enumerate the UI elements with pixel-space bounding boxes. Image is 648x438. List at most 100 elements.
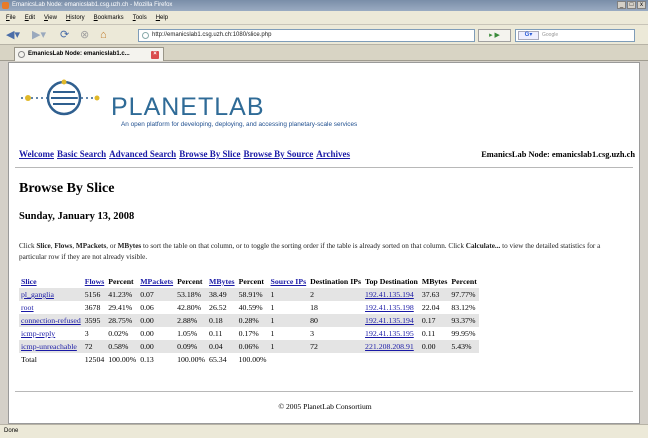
destination-link[interactable]: 192.41.135.194 — [363, 314, 420, 327]
home-icon[interactable]: ⌂ — [100, 28, 107, 42]
menu-bar: File Edit View History Bookmarks Tools H… — [0, 11, 648, 25]
table-cell: 3 — [308, 327, 364, 340]
forward-arrow-icon[interactable]: ▶▾ — [32, 28, 46, 42]
table-cell: 0.28% — [236, 314, 269, 327]
table-cell: 0.11 — [207, 327, 237, 340]
total-cell: 65.34 — [207, 353, 237, 366]
sort-mpackets-header[interactable]: MPackets — [138, 275, 175, 288]
table-cell: 0.09% — [175, 340, 208, 353]
header-divider — [15, 167, 633, 168]
table-cell: 0.00 — [138, 327, 176, 340]
slice-link[interactable]: icmp-unreachable — [19, 340, 83, 353]
table-cell: 1.05% — [175, 327, 208, 340]
destination-link[interactable]: 192.41.135.194 — [363, 288, 420, 301]
total-label: Total — [19, 353, 83, 366]
table-cell: 72 — [308, 340, 364, 353]
instructions-calculate: Calculate... — [465, 242, 501, 250]
nav-browse-by-source[interactable]: Browse By Source — [244, 149, 314, 159]
maximize-button[interactable]: □ — [627, 1, 636, 9]
nav-advanced-search[interactable]: Advanced Search — [109, 149, 176, 159]
slice-link[interactable]: pl_ganglia — [19, 288, 83, 301]
url-bar[interactable]: http://emanicslab1.csg.uzh.ch:1080/slice… — [138, 29, 475, 42]
dest-percent-header: Percent — [451, 277, 477, 286]
reload-icon[interactable]: ⟳ — [60, 28, 69, 42]
search-input[interactable]: G▾ Google — [515, 29, 635, 42]
top-destination-header: Top Destination — [365, 277, 418, 286]
table-cell: 26.52 — [207, 301, 237, 314]
nav-browse-by-slice[interactable]: Browse By Slice — [179, 149, 240, 159]
search-placeholder: Google — [542, 32, 559, 38]
instructions-text: , or — [106, 242, 118, 250]
slice-link[interactable]: root — [19, 301, 83, 314]
table-cell: 2.88% — [175, 314, 208, 327]
menu-file[interactable]: File — [6, 11, 16, 24]
table-row: connection-refused 3595 28.75% 0.00 2.88% 0.1… — [19, 314, 479, 327]
table-cell: 0.04 — [207, 340, 237, 353]
table-cell: 0.06 — [138, 301, 176, 314]
stop-icon[interactable]: ⊗ — [80, 28, 89, 42]
total-cell: 100.00% — [106, 353, 139, 366]
table-total-row: Total 12504 100.00% 0.13 100.00% 65.34 100.00% — [19, 353, 479, 366]
total-cell: 100.00% — [175, 353, 208, 366]
menu-bookmarks[interactable]: Bookmarks — [94, 11, 124, 24]
back-arrow-icon[interactable]: ◀▾ — [6, 28, 20, 42]
brand-name: PLANETLAB — [111, 93, 265, 121]
table-row: icmp-reply 3 0.02% 0.00 1.05% 0.11 0.17% 1 3 192.… — [19, 327, 479, 340]
menu-edit[interactable]: Edit — [25, 11, 35, 24]
instructions-mpackets: MPackets — [75, 242, 107, 250]
table-cell: 1 — [268, 314, 309, 327]
sort-source-ips-header[interactable]: Source IPs — [269, 275, 309, 288]
node-name: EmanicsLab Node: emanicslab1.csg.uzh.ch — [481, 150, 635, 159]
instructions-mbytes: MBytes — [117, 242, 142, 250]
nav-basic-search[interactable]: Basic Search — [57, 149, 106, 159]
table-cell: 97.77% — [449, 288, 479, 301]
table-cell: 28.75% — [106, 314, 139, 327]
tab-emanicslab[interactable]: EmanicsLab Node: emanicslab1.c... × — [14, 47, 164, 61]
table-row: pl_ganglia 5156 41.23% 0.07 53.18% 38.49 58.91… — [19, 288, 479, 301]
planetlab-logo — [21, 79, 101, 116]
window-title-bar: EmanicsLab Node: emanicslab1.csg.uzh.ch … — [0, 0, 648, 11]
table-body: pl_ganglia 5156 41.23% 0.07 53.18% 38.49 58.91… — [19, 288, 479, 366]
table-cell: 18 — [308, 301, 364, 314]
slice-link[interactable]: icmp-reply — [19, 327, 83, 340]
tab-title: EmanicsLab Node: emanicslab1.c... — [28, 51, 130, 57]
table-cell: 83.12% — [449, 301, 479, 314]
total-cell: 100.00% — [236, 353, 269, 366]
menu-help[interactable]: Help — [156, 11, 168, 24]
page-icon — [142, 32, 149, 39]
menu-view[interactable]: View — [44, 11, 57, 24]
percent-header: Percent — [108, 277, 134, 286]
table-cell: 0.00 — [138, 340, 176, 353]
url-text: http://emanicslab1.csg.uzh.ch:1080/slice… — [152, 32, 272, 38]
slice-link[interactable]: connection-refused — [19, 314, 83, 327]
destination-link[interactable]: 221.208.208.91 — [363, 340, 420, 353]
table-cell: 1 — [268, 327, 309, 340]
go-button[interactable]: ▸ ▶ — [478, 29, 511, 42]
menu-history[interactable]: History — [66, 11, 85, 24]
status-text: Done — [4, 428, 19, 434]
menu-tools[interactable]: Tools — [133, 11, 147, 24]
nav-welcome[interactable]: Welcome — [19, 149, 54, 159]
table-cell: 0.00 — [419, 340, 450, 353]
table-cell: 1 — [268, 288, 309, 301]
footer-divider — [15, 391, 633, 392]
page-title: Browse By Slice — [19, 181, 115, 196]
tab-close-icon[interactable]: × — [151, 51, 159, 59]
table-cell: 0.07 — [138, 288, 176, 301]
minimize-button[interactable]: _ — [617, 1, 626, 9]
sort-mbytes-header[interactable]: MBytes — [207, 275, 237, 288]
destination-link[interactable]: 192.41.135.198 — [363, 301, 420, 314]
sort-slice-header[interactable]: Slice — [19, 275, 83, 288]
nav-archives[interactable]: Archives — [316, 149, 350, 159]
table-cell: 58.91% — [236, 288, 269, 301]
tab-bar: EmanicsLab Node: emanicslab1.c... × — [0, 45, 648, 61]
slice-table: Slice Flows Percent MPackets Percent MBy… — [19, 275, 479, 366]
table-cell: 3 — [82, 327, 107, 340]
destination-link[interactable]: 192.41.135.195 — [363, 327, 420, 340]
table-cell: 93.37% — [449, 314, 479, 327]
close-window-button[interactable]: x — [637, 1, 646, 9]
sort-flows-header[interactable]: Flows — [83, 275, 107, 288]
instructions-slice: Slice — [36, 242, 51, 250]
search-engine-icon[interactable]: G▾ — [518, 31, 539, 40]
table-cell: 0.18 — [207, 314, 237, 327]
